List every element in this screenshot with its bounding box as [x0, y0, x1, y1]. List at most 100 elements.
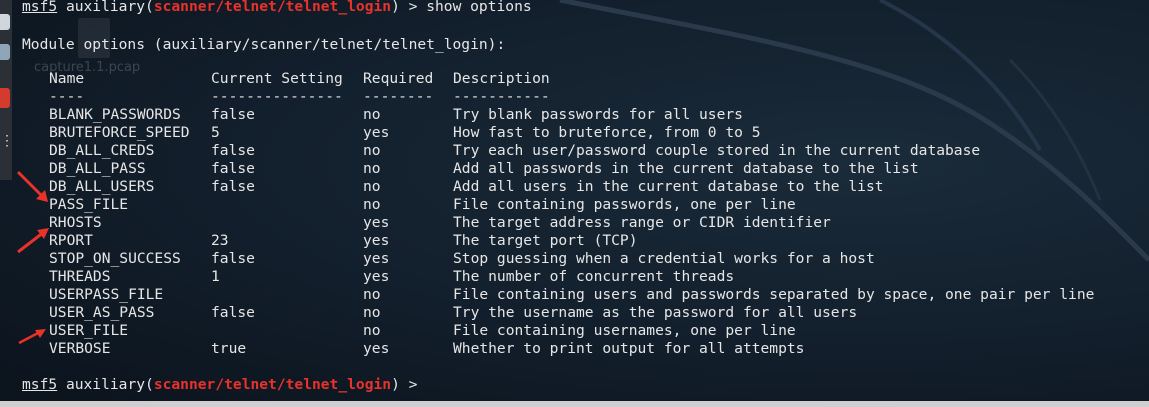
prompt-host: msf5 — [22, 0, 58, 15]
option-description: Whether to print output for all attempts — [453, 340, 805, 357]
table-row: BRUTEFORCE_SPEED 5 yes How fast to brutefor… — [22, 124, 1122, 142]
option-required: no — [363, 304, 381, 321]
option-setting: 1 — [211, 268, 220, 285]
option-description: The target address range or CIDR identif… — [453, 214, 831, 231]
option-name: RPORT — [49, 232, 93, 249]
prompt-close-paren: ) — [391, 376, 400, 393]
option-name: BRUTEFORCE_SPEED — [49, 124, 190, 141]
option-required: yes — [363, 268, 390, 285]
table-row: RPORT 23 yes The target port (TCP) — [22, 232, 1122, 250]
option-description: The number of concurrent threads — [453, 268, 735, 285]
table-row: THREADS 1 yes The number of concurrent thre… — [22, 268, 1122, 286]
option-setting: 5 — [211, 124, 220, 141]
taskbar-strip — [0, 401, 1149, 407]
option-description: Try the username as the password for all… — [453, 304, 858, 321]
option-name: USERPASS_FILE — [49, 286, 164, 303]
dock-icon[interactable] — [0, 14, 10, 30]
module-options-title: Module options (auxiliary/scanner/telnet… — [22, 36, 506, 53]
option-required: no — [363, 196, 381, 213]
option-required: no — [363, 142, 381, 159]
option-required: yes — [363, 124, 390, 141]
prompt-module-word: auxiliary — [65, 376, 146, 393]
option-description: File containing users and passwords sepa… — [453, 286, 1095, 303]
prompt-module-path: scanner/telnet/telnet_login — [153, 376, 392, 393]
option-required: yes — [363, 250, 390, 267]
option-description: Try each user/password couple stored in … — [453, 142, 981, 159]
option-name: VERBOSE — [49, 340, 111, 357]
option-description: How fast to bruteforce, from 0 to 5 — [453, 124, 761, 141]
separator-name: ---- — [49, 88, 85, 105]
separator-setting: --------------- — [211, 88, 343, 105]
option-name: PASS_FILE — [49, 196, 129, 213]
table-row: DB_ALL_CREDS false no Try each user/passwor… — [22, 142, 1122, 160]
annotation-arrow-icon — [17, 228, 49, 254]
table-row: USER_FILE no File containing usernames, on… — [22, 322, 1122, 340]
prompt-open-paren: ( — [145, 0, 154, 15]
desktop-dock: ⋮ — [0, 0, 14, 180]
option-required: no — [363, 286, 381, 303]
dock-icon[interactable] — [0, 88, 10, 108]
table-row: BLANK_PASSWORDS false no Try blank password… — [22, 106, 1122, 124]
option-description: Add all passwords in the current databas… — [453, 160, 919, 177]
option-name: BLANK_PASSWORDS — [49, 106, 181, 123]
table-row: PASS_FILE no File containing passwords, on… — [22, 196, 1122, 214]
option-description: File containing usernames, one per line — [453, 322, 796, 339]
option-required: yes — [363, 340, 390, 357]
terminal-window[interactable]: ⋮ capture1.1.pcap msf5 auxiliary(scanner… — [0, 0, 1149, 407]
separator-description: ----------- — [453, 88, 550, 105]
prompt-arrow: > — [399, 0, 427, 15]
option-description: File containing passwords, one per line — [453, 196, 796, 213]
option-name: DB_ALL_USERS — [49, 178, 155, 195]
column-header-setting: Current Setting — [211, 70, 343, 87]
table-row: STOP_ON_SUCCESS false yes Stop guessing whe… — [22, 250, 1122, 268]
option-name: DB_ALL_CREDS — [49, 142, 155, 159]
option-setting: false — [211, 178, 255, 195]
option-name: THREADS — [49, 268, 111, 285]
annotation-arrow-icon — [18, 329, 46, 345]
option-setting: false — [211, 106, 255, 123]
option-setting: false — [211, 160, 255, 177]
option-setting: false — [211, 304, 255, 321]
separator-required: -------- — [363, 88, 434, 105]
option-description: Add all users in the current database to… — [453, 178, 884, 195]
table-row: DB_ALL_USERS false no Add all users in the … — [22, 178, 1122, 196]
prompt-host: msf5 — [22, 376, 58, 393]
option-description: Stop guessing when a credential works fo… — [453, 250, 875, 267]
option-required: no — [363, 106, 381, 123]
prompt-line[interactable]: msf5 auxiliary(scanner/telnet/telnet_log… — [22, 376, 426, 394]
option-setting: 23 — [211, 232, 229, 249]
option-setting: true — [211, 340, 247, 357]
option-required: yes — [363, 232, 390, 249]
prompt-arrow: > — [399, 376, 427, 393]
dock-icon[interactable] — [0, 44, 10, 60]
column-header-description: Description — [453, 70, 550, 87]
prompt-line: msf5 auxiliary(scanner/telnet/telnet_log… — [22, 0, 532, 16]
entered-command: show options — [426, 0, 532, 15]
table-row: VERBOSE true yes Whether to print output fo… — [22, 340, 1122, 358]
column-header-name: Name — [49, 70, 85, 87]
prompt-open-paren: ( — [145, 376, 154, 393]
option-description: Try blank passwords for all users — [453, 106, 743, 123]
option-setting: false — [211, 142, 255, 159]
option-required: no — [363, 160, 381, 177]
dock-icon[interactable]: ⋮ — [0, 134, 14, 160]
option-name: USER_FILE — [49, 322, 129, 339]
table-row: DB_ALL_PASS false no Add all passwords in t… — [22, 160, 1122, 178]
table-row: USERPASS_FILE no File containing users and… — [22, 286, 1122, 304]
prompt-close-paren: ) — [391, 0, 400, 15]
option-name: STOP_ON_SUCCESS — [49, 250, 181, 267]
option-description: The target port (TCP) — [453, 232, 638, 249]
option-name: RHOSTS — [49, 214, 102, 231]
option-required: yes — [363, 214, 390, 231]
options-table-separator: ---- --------------- -------- ----------… — [22, 88, 1122, 106]
prompt-module-word: auxiliary — [65, 0, 146, 15]
options-table-header: Name Current Setting Required Descriptio… — [22, 70, 1122, 88]
column-header-required: Required — [363, 70, 434, 87]
prompt-module-path: scanner/telnet/telnet_login — [153, 0, 392, 15]
option-required: no — [363, 178, 381, 195]
table-row: RHOSTS yes The target address range or CID… — [22, 214, 1122, 232]
option-setting: false — [211, 250, 255, 267]
option-name: DB_ALL_PASS — [49, 160, 146, 177]
table-row: USER_AS_PASS false no Try the username as t… — [22, 304, 1122, 322]
option-required: no — [363, 322, 381, 339]
